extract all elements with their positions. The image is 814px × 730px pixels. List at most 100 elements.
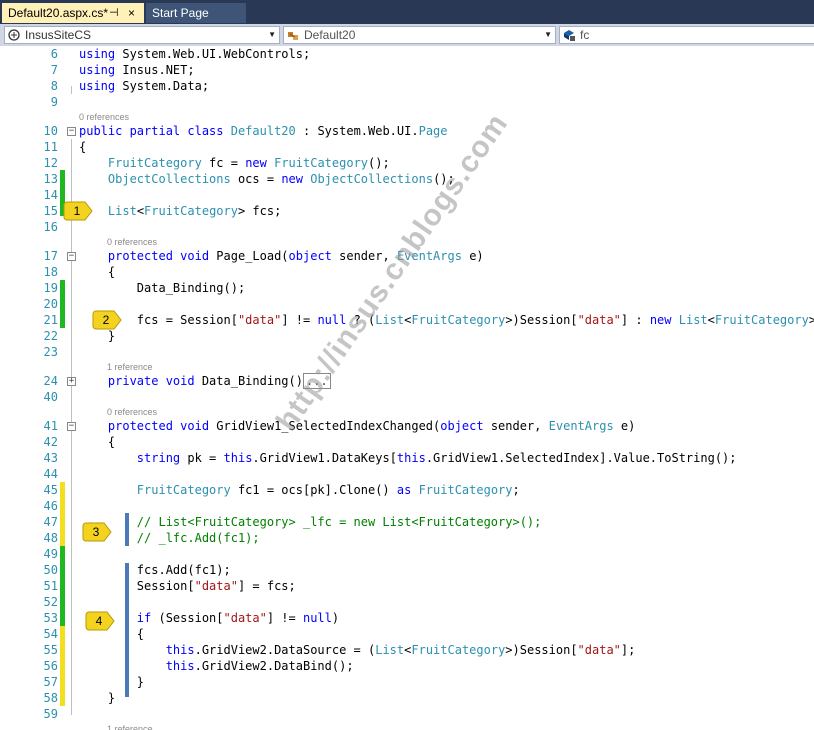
line-number: 9 [50,95,58,109]
code-line[interactable]: 53 if (Session["data"] != null) [0,610,814,626]
code-line[interactable]: 51 Session["data"] = fcs; [0,578,814,594]
code-line[interactable]: 10 − public partial class Default20 : Sy… [0,123,814,139]
line-number: 17 [43,249,58,263]
line-number: 6 [50,47,58,61]
code-line[interactable]: 52 [0,594,814,610]
line-number: 16 [43,220,58,234]
code-line[interactable]: 9 [0,94,814,110]
code-line[interactable]: 55 this.GridView2.DataSource = (List<Fru… [0,642,814,658]
code-line[interactable]: 24 + private void Data_Binding()... [0,373,814,389]
callout-3: 3 [82,522,112,542]
code-text: { [79,265,116,279]
code-text: if (Session["data"] != null) [136,611,340,625]
code-editor[interactable]: 6 using System.Web.UI.WebControls; 7 usi… [0,46,814,730]
code-text: ObjectCollections ocs = new ObjectCollec… [107,172,455,186]
line-number: 19 [43,281,58,295]
code-line[interactable]: 40 [0,389,814,405]
code-text: Session["data"] = fcs; [79,579,296,593]
callout-number: 2 [102,313,110,327]
class-dropdown[interactable]: Default20 ▼ [283,26,556,44]
code-line[interactable]: 13 ObjectCollections ocs = new ObjectCol… [0,171,814,187]
line-number: 58 [43,691,58,705]
code-line[interactable]: 20 [0,296,814,312]
code-line[interactable]: 50 fcs.Add(fc1); [0,562,814,578]
code-line[interactable]: 8 using System.Data; [0,78,814,94]
code-line[interactable]: 42 { [0,434,814,450]
tab-title: Default20.aspx.cs* [8,6,109,20]
codelens[interactable]: 1 reference [0,721,814,730]
code-line[interactable]: 54 { [0,626,814,642]
code-text: using System.Data; [79,79,210,93]
code-line[interactable]: 46 [0,498,814,514]
fold-toggle-icon[interactable]: − [67,127,76,136]
code-text: public partial class Default20 : System.… [79,124,448,138]
line-number: 13 [43,172,58,186]
project-dropdown[interactable]: InsusSiteCS ▼ [4,26,280,44]
code-text: { [79,435,116,449]
code-text: Data_Binding(); [79,281,246,295]
code-line[interactable]: 47 // List<FruitCategory> _lfc = new Lis… [0,514,814,530]
code-line[interactable]: 15 List<FruitCategory> fcs; [0,203,814,219]
fold-toggle-icon[interactable]: − [67,252,76,261]
code-text: { [79,140,87,154]
code-text: string pk = this.GridView1.DataKeys[this… [136,451,737,465]
fold-toggle-icon[interactable]: + [67,377,76,386]
code-line[interactable]: 22 } [0,328,814,344]
code-line[interactable]: 21 fcs = Session["data"] != null ? (List… [0,312,814,328]
code-line[interactable]: 11 { [0,139,814,155]
line-number: 8 [50,79,58,93]
code-line[interactable]: 41 − protected void GridView1_SelectedIn… [0,418,814,434]
callout-number: 4 [95,614,103,628]
callout-number: 3 [92,525,100,539]
code-line[interactable]: 6 using System.Web.UI.WebControls; [0,46,814,62]
tab-default20-aspx-cs[interactable]: Default20.aspx.cs* ⊣ × [2,3,144,23]
line-number: 44 [43,467,58,481]
line-number: 21 [43,313,58,327]
code-text: this.GridView2.DataBind(); [165,659,354,673]
line-number: 42 [43,435,58,449]
line-number: 11 [43,140,58,154]
code-line[interactable]: 14 [0,187,814,203]
fold-toggle-icon[interactable]: − [67,422,76,431]
line-number: 54 [43,627,58,641]
code-line[interactable]: 58 } [0,690,814,706]
code-line[interactable]: 57 } [0,674,814,690]
member-dropdown[interactable]: fc [559,26,814,44]
line-number: 15 [43,204,58,218]
code-line[interactable]: 44 [0,466,814,482]
close-icon[interactable]: × [128,3,135,23]
line-number: 50 [43,563,58,577]
code-line[interactable]: 19 Data_Binding(); [0,280,814,296]
reference-count[interactable]: 1 reference [107,721,153,730]
pin-icon[interactable]: ⊣ [109,3,119,23]
code-line[interactable]: 7 using Insus.NET; [0,62,814,78]
code-line[interactable]: 49 [0,546,814,562]
code-text: using Insus.NET; [79,63,195,77]
code-line[interactable]: 59 [0,706,814,722]
tab-start-page[interactable]: Start Page [146,3,246,23]
code-line[interactable]: 23 [0,344,814,360]
line-number: 53 [43,611,58,625]
code-line[interactable]: 43 string pk = this.GridView1.DataKeys[t… [0,450,814,466]
code-text: List<FruitCategory> fcs; [107,204,282,218]
line-number: 7 [50,63,58,77]
code-text: } [79,329,116,343]
line-number: 57 [43,675,58,689]
line-number: 51 [43,579,58,593]
document-tab-bar: Default20.aspx.cs* ⊣ × Start Page [0,0,814,24]
line-number: 14 [43,188,58,202]
code-line[interactable]: 56 this.GridView2.DataBind(); [0,658,814,674]
dropdown-arrow-icon: ▼ [544,30,552,39]
callout-number: 1 [73,204,81,218]
code-line[interactable]: 48 // _lfc.Add(fc1); [0,530,814,546]
line-number: 24 [43,374,58,388]
code-line[interactable]: 12 FruitCategory fc = new FruitCategory(… [0,155,814,171]
code-line[interactable]: 45 FruitCategory fc1 = ocs[pk].Clone() a… [0,482,814,498]
code-text: FruitCategory fc = new FruitCategory(); [107,156,390,170]
code-text: FruitCategory fc1 = ocs[pk].Clone() as F… [136,483,520,497]
code-text: this.GridView2.DataSource = (List<FruitC… [165,643,636,657]
line-number: 20 [43,297,58,311]
callout-2: 2 [92,310,122,330]
line-number: 55 [43,643,58,657]
line-number: 59 [43,707,58,721]
